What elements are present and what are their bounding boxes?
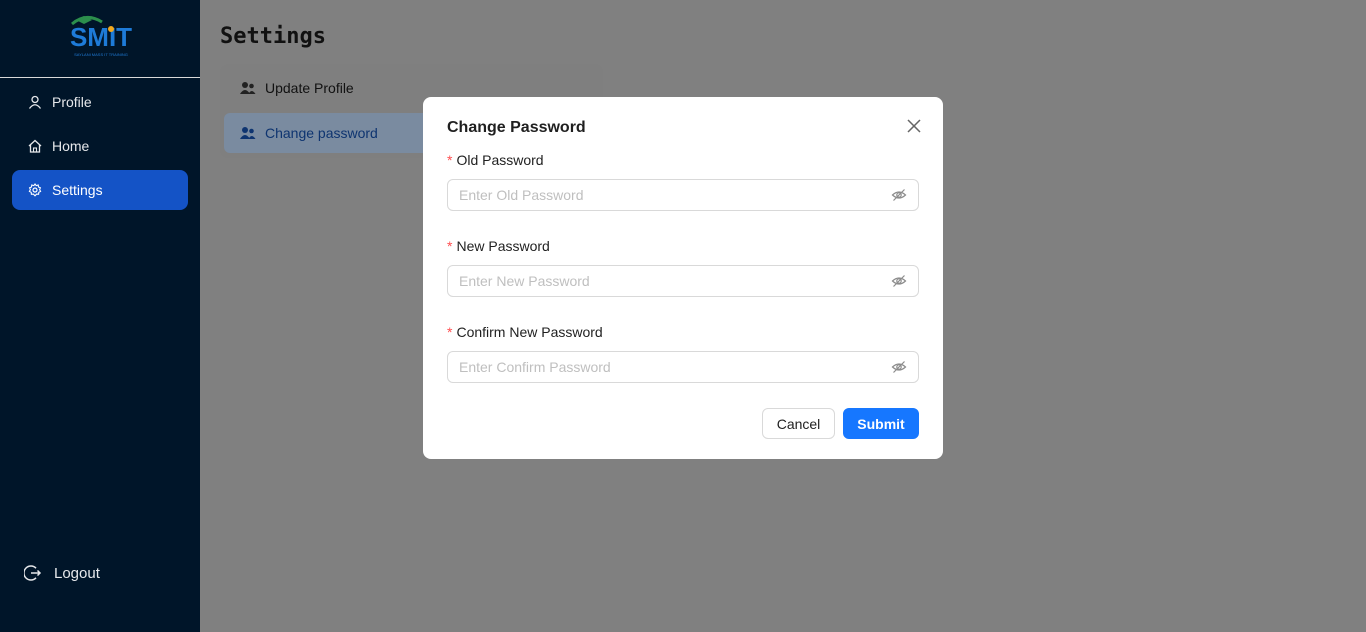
sidebar-item-label: Settings — [52, 182, 103, 198]
logo-area: SMIT SAYLANI MASS IT TRAINING — [0, 0, 200, 78]
svg-text:SAYLANI MASS IT TRAINING: SAYLANI MASS IT TRAINING — [74, 52, 128, 57]
sidebar-item-label: Profile — [52, 94, 92, 110]
eye-invisible-icon[interactable] — [891, 273, 907, 289]
sidebar: SMIT SAYLANI MASS IT TRAINING Profile Ho… — [0, 0, 200, 632]
users-icon — [240, 126, 256, 140]
sidebar-item-home[interactable]: Home — [12, 126, 188, 166]
old-password-input[interactable] — [448, 181, 891, 209]
menu-item-label: Update Profile — [265, 80, 354, 96]
confirm-password-input[interactable] — [448, 353, 891, 381]
logout-button[interactable]: Logout — [24, 561, 100, 585]
svg-text:SMIT: SMIT — [70, 22, 132, 52]
home-icon — [28, 139, 42, 153]
confirm-password-label: * Confirm New Password — [447, 324, 603, 340]
menu-item-label: Change password — [265, 125, 378, 141]
sidebar-item-settings[interactable]: Settings — [12, 170, 188, 210]
sidebar-item-label: Home — [52, 138, 90, 154]
page-title: Settings — [220, 24, 326, 49]
submit-button[interactable]: Submit — [843, 408, 919, 439]
gear-icon — [28, 183, 42, 197]
new-password-input[interactable] — [448, 267, 891, 295]
logout-label: Logout — [54, 564, 100, 582]
close-button[interactable] — [903, 115, 925, 137]
user-icon — [28, 95, 42, 109]
eye-invisible-icon[interactable] — [891, 187, 907, 203]
cancel-button[interactable]: Cancel — [762, 408, 835, 439]
eye-invisible-icon[interactable] — [891, 359, 907, 375]
old-password-label: * Old Password — [447, 152, 544, 168]
new-password-field-wrap — [447, 265, 919, 297]
change-password-modal: Change Password * Old Password * New Passw… — [423, 97, 943, 459]
old-password-field-wrap — [447, 179, 919, 211]
sidebar-item-profile[interactable]: Profile — [12, 82, 188, 122]
confirm-password-field-wrap — [447, 351, 919, 383]
new-password-label: * New Password — [447, 238, 550, 254]
modal-title: Change Password — [447, 119, 586, 136]
users-icon — [240, 81, 256, 95]
smit-logo[interactable]: SMIT SAYLANI MASS IT TRAINING — [66, 14, 136, 58]
logout-icon — [24, 564, 42, 582]
close-icon — [907, 119, 921, 133]
